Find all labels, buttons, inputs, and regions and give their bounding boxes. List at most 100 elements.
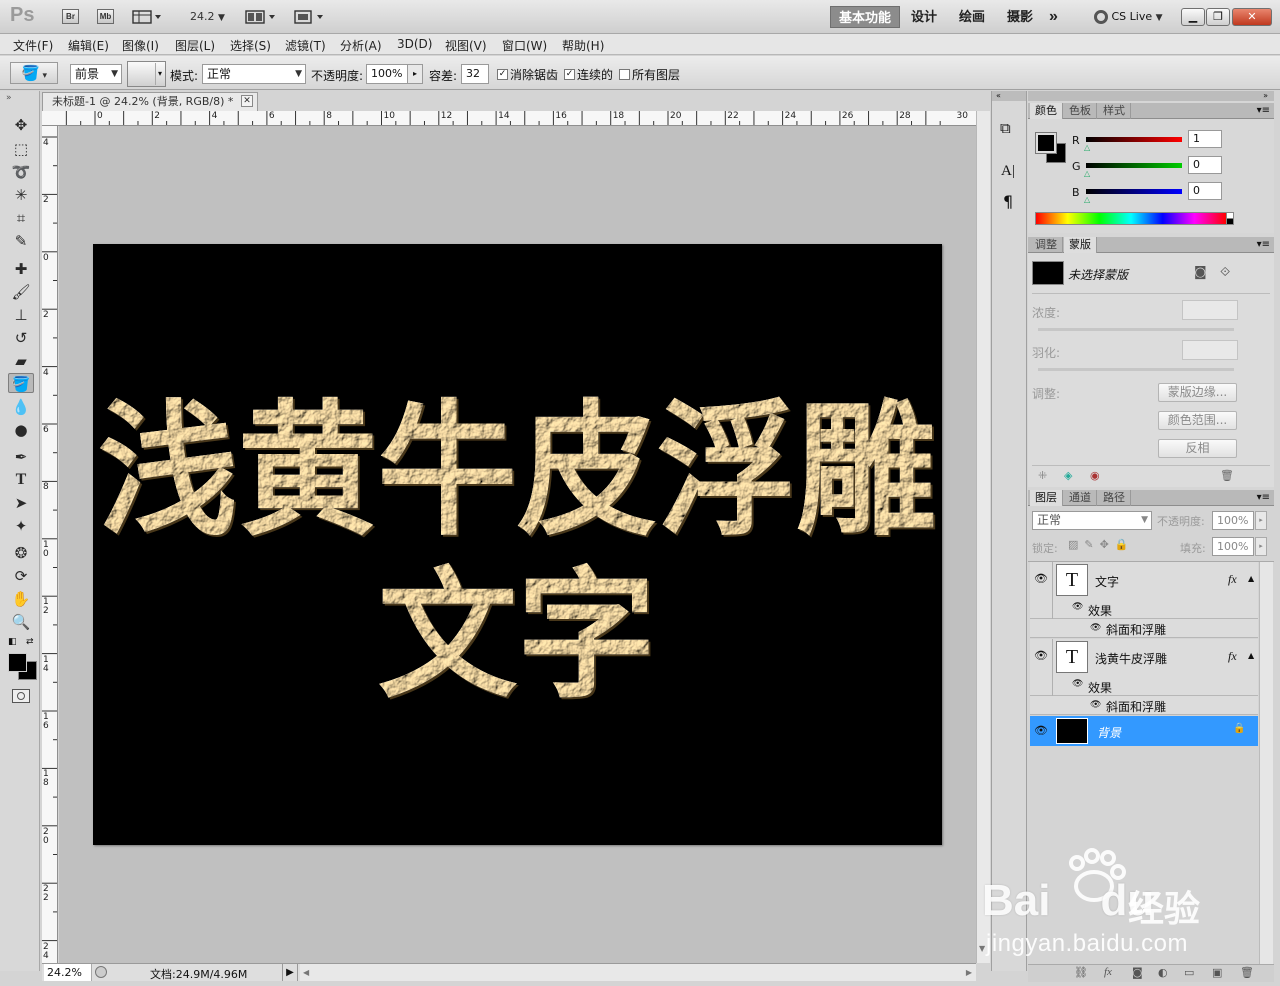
tab-adjustments[interactable]: 调整 [1030, 237, 1063, 253]
panel-menu-icon[interactable]: ▾≡ [1257, 237, 1270, 253]
slider-handle-icon[interactable]: △ [1084, 169, 1090, 178]
fill-source-select[interactable]: 前景 ▼ [70, 64, 122, 84]
layer-opacity-input[interactable]: 100% [1212, 511, 1254, 530]
visibility-eye-icon[interactable]: 👁 [1034, 649, 1048, 662]
expand-panels-icon[interactable]: » [1028, 91, 1274, 101]
clone-stamp-tool-icon[interactable]: ⊥ [8, 305, 34, 325]
panel-menu-icon[interactable]: ▾≡ [1257, 490, 1270, 506]
tab-swatches[interactable]: 色板 [1064, 103, 1097, 119]
color-range-button[interactable]: 颜色范围... [1158, 411, 1237, 430]
default-colors-icon[interactable]: ◧ [8, 637, 17, 647]
add-style-icon[interactable]: fx [1104, 966, 1112, 978]
screen-mode-menu[interactable] [293, 9, 327, 25]
blur-tool-icon[interactable]: 💧 [8, 397, 34, 417]
effects-eye-icon[interactable]: 👁 [1072, 679, 1083, 689]
add-mask-icon[interactable]: ◙ [1132, 966, 1143, 979]
workspace-painting[interactable]: 绘画 [951, 6, 993, 28]
tab-paths[interactable]: 路径 [1098, 490, 1131, 506]
status-zoom[interactable]: 24.2% [44, 964, 92, 981]
collapse-effects-icon[interactable]: ▲ [1248, 651, 1254, 660]
disable-mask-icon[interactable]: ◉ [1090, 469, 1100, 482]
menu-layer[interactable]: 图层(L) [175, 37, 215, 54]
3d-orbit-tool-icon[interactable]: ⟳ [8, 566, 34, 586]
workspace-design[interactable]: 设计 [903, 6, 945, 28]
opacity-slider-button[interactable]: ▸ [407, 64, 423, 84]
slider-handle-icon[interactable]: △ [1084, 143, 1090, 152]
red-value-input[interactable]: 1 [1188, 130, 1222, 148]
collapse-effects-icon[interactable]: ▲ [1248, 574, 1254, 583]
lock-transparent-icon[interactable]: ▨ [1068, 538, 1084, 551]
green-value-input[interactable]: 0 [1188, 156, 1222, 174]
type-tool-icon[interactable]: T [8, 470, 34, 490]
scroll-right-icon[interactable]: ▶ [966, 964, 972, 981]
blend-mode-select[interactable]: 正常 ▼ [1032, 511, 1152, 530]
zoom-tool-icon[interactable]: 🔍 [8, 612, 34, 632]
quick-mask-icon[interactable] [12, 689, 30, 703]
layer-effect-row[interactable]: 👁 斜面和浮雕 [1030, 696, 1258, 715]
canvas-area[interactable]: 浅黄牛皮浮雕 文字 [59, 126, 976, 963]
tool-preset-picker[interactable]: 🪣 ▾ [10, 62, 58, 84]
add-vector-mask-icon[interactable]: ⟐ [1220, 265, 1230, 280]
layer-name[interactable]: 背景 [1097, 724, 1121, 741]
black-white-ramp[interactable] [1226, 212, 1234, 225]
eyedropper-tool-icon[interactable]: ✎ [8, 231, 34, 251]
status-info-icon[interactable] [95, 966, 107, 978]
contiguous-checkbox[interactable]: ✓ [564, 69, 575, 80]
menu-filter[interactable]: 滤镜(T) [285, 37, 326, 54]
green-slider[interactable] [1086, 163, 1182, 168]
status-menu-arrow-icon[interactable]: ▶ [282, 964, 298, 981]
collapse-dock-icon[interactable]: « [992, 91, 1026, 101]
collapse-toolbox-icon[interactable]: » [6, 93, 12, 103]
shape-tool-icon[interactable]: ✦ [8, 516, 34, 536]
scroll-left-icon[interactable]: ◀ [303, 964, 309, 981]
swap-colors-icon[interactable]: ⇄ [26, 637, 34, 647]
foreground-color-swatch[interactable] [8, 653, 27, 672]
blue-slider[interactable] [1086, 189, 1182, 194]
adjustment-layer-icon[interactable]: ◐ [1158, 966, 1168, 979]
lock-icons[interactable]: ▨✎✥🔒 [1068, 538, 1135, 551]
opacity-input[interactable]: 100% [366, 64, 408, 84]
effects-eye-icon[interactable]: 👁 [1072, 602, 1083, 612]
layer-row-background[interactable]: 👁 背景 🔒 [1030, 716, 1258, 746]
delete-layer-icon[interactable]: 🗑 [1240, 966, 1254, 979]
menu-window[interactable]: 窗口(W) [502, 37, 547, 54]
apply-mask-icon[interactable]: ◈ [1064, 469, 1072, 482]
pen-tool-icon[interactable]: ✒ [8, 447, 34, 467]
layer-row-title[interactable]: 👁 T 浅黄牛皮浮雕 fx ▲ 👁 效果 [1030, 639, 1258, 696]
add-pixel-mask-icon[interactable]: ◙ [1194, 265, 1207, 280]
history-brush-tool-icon[interactable]: ↺ [8, 328, 34, 348]
visibility-eye-icon[interactable]: 👁 [1034, 724, 1048, 737]
more-workspaces-button[interactable]: » [1041, 6, 1066, 28]
fx-icon[interactable]: fx [1228, 649, 1237, 664]
effect-eye-icon[interactable]: 👁 [1090, 700, 1101, 710]
menu-view[interactable]: 视图(V) [445, 37, 487, 54]
eraser-tool-icon[interactable]: ▰ [8, 351, 34, 371]
lasso-tool-icon[interactable]: ➰ [8, 162, 34, 182]
document-tab[interactable]: 未标题-1 @ 24.2% (背景, RGB/8) * ✕ [42, 92, 258, 111]
mask-edge-button[interactable]: 蒙版边缘... [1158, 383, 1237, 402]
color-spectrum-bar[interactable] [1035, 212, 1227, 225]
tab-masks[interactable]: 蒙版 [1064, 237, 1097, 253]
new-group-icon[interactable]: ▭ [1184, 966, 1194, 979]
dodge-tool-icon[interactable]: ● [8, 420, 34, 440]
minimize-button[interactable]: ▁ [1181, 8, 1205, 26]
new-layer-icon[interactable]: ▣ [1212, 966, 1222, 979]
hand-tool-icon[interactable]: ✋ [8, 589, 34, 609]
effect-eye-icon[interactable]: 👁 [1090, 623, 1101, 633]
all-layers-checkbox[interactable] [619, 69, 630, 80]
tolerance-input[interactable]: 32 [461, 64, 489, 84]
tab-channels[interactable]: 通道 [1064, 490, 1097, 506]
menu-analysis[interactable]: 分析(A) [340, 37, 382, 54]
bridge-button[interactable]: Br [62, 9, 79, 24]
delete-mask-icon[interactable]: 🗑 [1220, 469, 1234, 482]
pattern-picker[interactable]: ▾ [127, 61, 166, 87]
zoom-level-menu[interactable]: 24.2 ▼ [190, 10, 225, 23]
fill-input[interactable]: 100% [1212, 537, 1254, 556]
view-extras-menu[interactable] [132, 9, 162, 25]
menu-3d[interactable]: 3D(D) [397, 37, 432, 51]
blue-value-input[interactable]: 0 [1188, 182, 1222, 200]
link-layers-icon[interactable]: ⛓ [1074, 966, 1088, 979]
path-selection-tool-icon[interactable]: ➤ [8, 493, 34, 513]
quick-selection-tool-icon[interactable]: ✳ [8, 185, 34, 205]
history-panel-icon[interactable]: ⧉ [1000, 119, 1011, 137]
